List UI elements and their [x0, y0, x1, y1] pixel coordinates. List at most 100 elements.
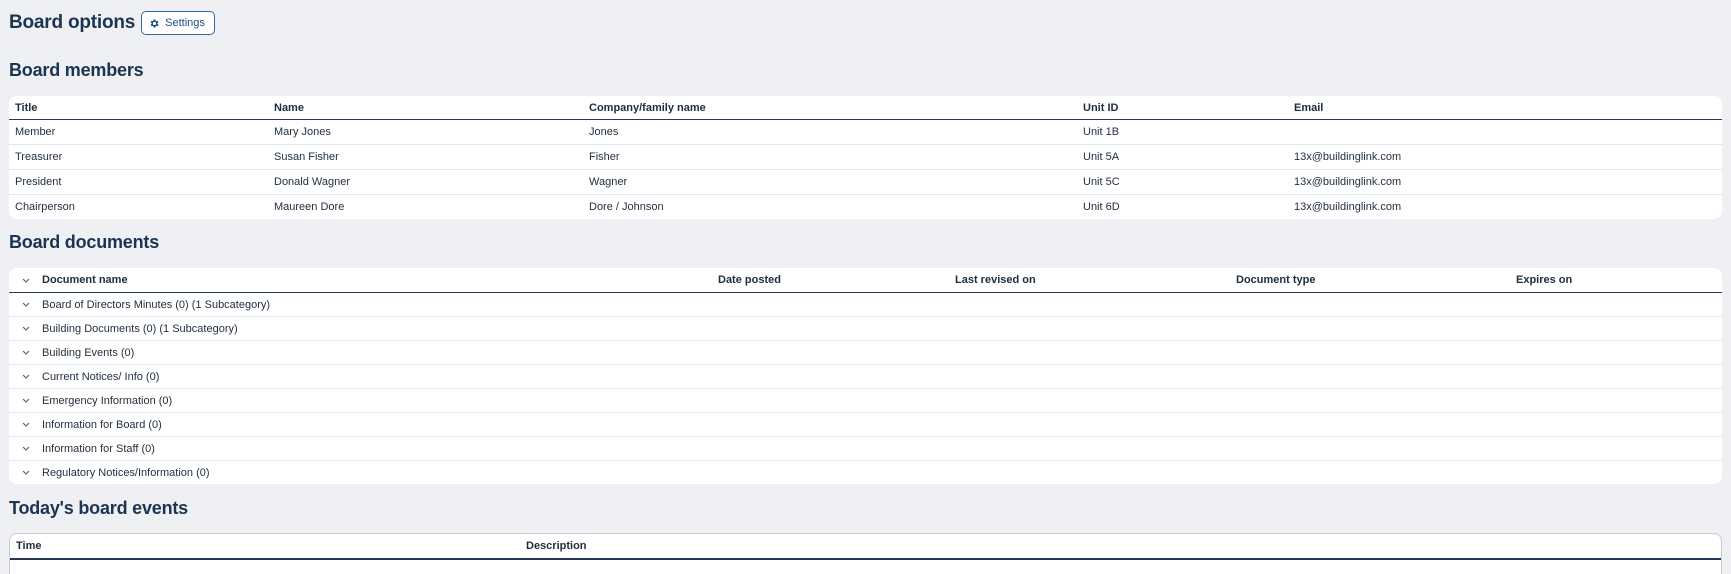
document-cell [712, 340, 949, 365]
document-category-name[interactable]: Regulatory Notices/Information (0) [36, 461, 712, 485]
document-cell [712, 364, 949, 389]
document-cell [949, 364, 1230, 389]
chevron-down-icon [22, 326, 30, 331]
member-company: Dore / Johnson [589, 201, 664, 213]
table-row: President Donald Wagner Wagner Unit 5C 1… [9, 169, 1722, 195]
table-row[interactable]: Building Events (0) [9, 340, 1722, 365]
document-cell [949, 292, 1230, 317]
table-row[interactable]: Current Notices/ Info (0) [9, 364, 1722, 389]
table-row[interactable]: Building Documents (0) (1 Subcategory) [9, 316, 1722, 341]
document-cell [1230, 436, 1510, 461]
expand-toggle[interactable] [9, 436, 36, 461]
col-name[interactable]: Name [268, 96, 583, 120]
document-cell [949, 388, 1230, 413]
board-events-table: Time Description [9, 533, 1722, 574]
document-cell [1230, 340, 1510, 365]
chevron-down-icon [22, 278, 30, 283]
member-email [1288, 119, 1722, 145]
document-cell [949, 412, 1230, 437]
col-email[interactable]: Email [1288, 96, 1722, 120]
expand-toggle[interactable] [9, 461, 36, 485]
col-company[interactable]: Company/family name [583, 96, 1077, 120]
member-title: President [9, 169, 268, 195]
member-name: Donald Wagner [268, 169, 583, 195]
member-name: Maureen Dore [274, 201, 345, 213]
expand-toggle[interactable] [9, 412, 36, 437]
col-title[interactable]: Title [9, 96, 268, 120]
settings-button[interactable]: Settings [141, 11, 215, 35]
document-category-name[interactable]: Emergency Information (0) [36, 388, 712, 413]
chevron-down-icon [22, 302, 30, 307]
events-header-row: Time Description [10, 534, 1721, 560]
expand-toggle[interactable] [9, 388, 36, 413]
member-name: Susan Fisher [268, 144, 583, 170]
col-date-posted[interactable]: Date posted [712, 268, 949, 293]
col-time[interactable]: Time [10, 534, 520, 560]
document-cell [949, 316, 1230, 341]
col-unit-id[interactable]: Unit ID [1077, 96, 1288, 120]
document-cell [1510, 412, 1722, 437]
board-documents-heading: Board documents [9, 232, 160, 252]
member-email: 13x@buildinglink.com [1288, 169, 1722, 195]
chevron-down-icon [22, 350, 30, 355]
col-document-type[interactable]: Document type [1230, 268, 1510, 293]
document-cell [712, 316, 949, 341]
document-category-name[interactable]: Current Notices/ Info (0) [36, 364, 712, 389]
board-events-heading: Today's board events [9, 498, 188, 518]
table-row[interactable]: Board of Directors Minutes (0) (1 Subcat… [9, 292, 1722, 317]
member-title: Member [9, 119, 268, 145]
member-title: Chairperson [15, 201, 75, 213]
document-cell [1510, 292, 1722, 317]
document-category-name[interactable]: Board of Directors Minutes (0) (1 Subcat… [36, 292, 712, 317]
document-cell [1230, 388, 1510, 413]
expand-toggle[interactable] [9, 340, 36, 365]
document-cell [1230, 412, 1510, 437]
member-company: Wagner [583, 169, 1077, 195]
member-unit: Unit 5A [1077, 144, 1288, 170]
chevron-down-icon [22, 422, 30, 427]
document-category-name[interactable]: Building Documents (0) (1 Subcategory) [36, 316, 712, 341]
document-category-name[interactable]: Building Events (0) [36, 340, 712, 365]
members-header-row: Title Name Company/family name Unit ID E… [9, 96, 1722, 120]
document-cell [1510, 461, 1722, 485]
member-unit: Unit 6D [1083, 201, 1120, 213]
table-row[interactable]: Information for Staff (0) [9, 436, 1722, 461]
document-category-name[interactable]: Information for Staff (0) [36, 436, 712, 461]
document-cell [712, 461, 949, 485]
document-cell [712, 412, 949, 437]
document-cell [1510, 436, 1722, 461]
member-name: Mary Jones [268, 119, 583, 145]
expand-toggle[interactable] [9, 292, 36, 317]
page-title: Board options [9, 12, 136, 33]
expand-toggle[interactable] [9, 364, 36, 389]
document-cell [949, 461, 1230, 485]
document-cell [949, 436, 1230, 461]
col-document-name[interactable]: Document name [36, 268, 712, 293]
table-row: Chairperson Maureen Dore Dore / Johnson … [9, 195, 1722, 220]
document-cell [1510, 364, 1722, 389]
board-options-page: Board options Settings Board members Tit… [0, 0, 1731, 574]
document-cell [1230, 461, 1510, 485]
document-cell [949, 340, 1230, 365]
board-members-heading: Board members [9, 60, 144, 80]
member-title: Treasurer [9, 144, 268, 170]
document-category-name[interactable]: Information for Board (0) [36, 412, 712, 437]
table-row[interactable]: Regulatory Notices/Information (0) [9, 461, 1722, 485]
document-cell [1230, 316, 1510, 341]
col-expires-on[interactable]: Expires on [1510, 268, 1722, 293]
col-last-revised[interactable]: Last revised on [949, 268, 1230, 293]
document-cell [1230, 292, 1510, 317]
document-cell [1510, 340, 1722, 365]
member-unit: Unit 1B [1077, 119, 1288, 145]
member-email: 13x@buildinglink.com [1294, 201, 1402, 213]
expand-all-toggle[interactable] [9, 268, 36, 293]
chevron-down-icon [22, 374, 30, 379]
expand-toggle[interactable] [9, 316, 36, 341]
col-description[interactable]: Description [520, 534, 1721, 560]
table-row: Member Mary Jones Jones Unit 1B [9, 119, 1722, 145]
table-row[interactable]: Information for Board (0) [9, 412, 1722, 437]
gear-icon [150, 18, 159, 28]
table-row[interactable]: Emergency Information (0) [9, 388, 1722, 413]
chevron-down-icon [22, 446, 30, 451]
document-cell [712, 388, 949, 413]
